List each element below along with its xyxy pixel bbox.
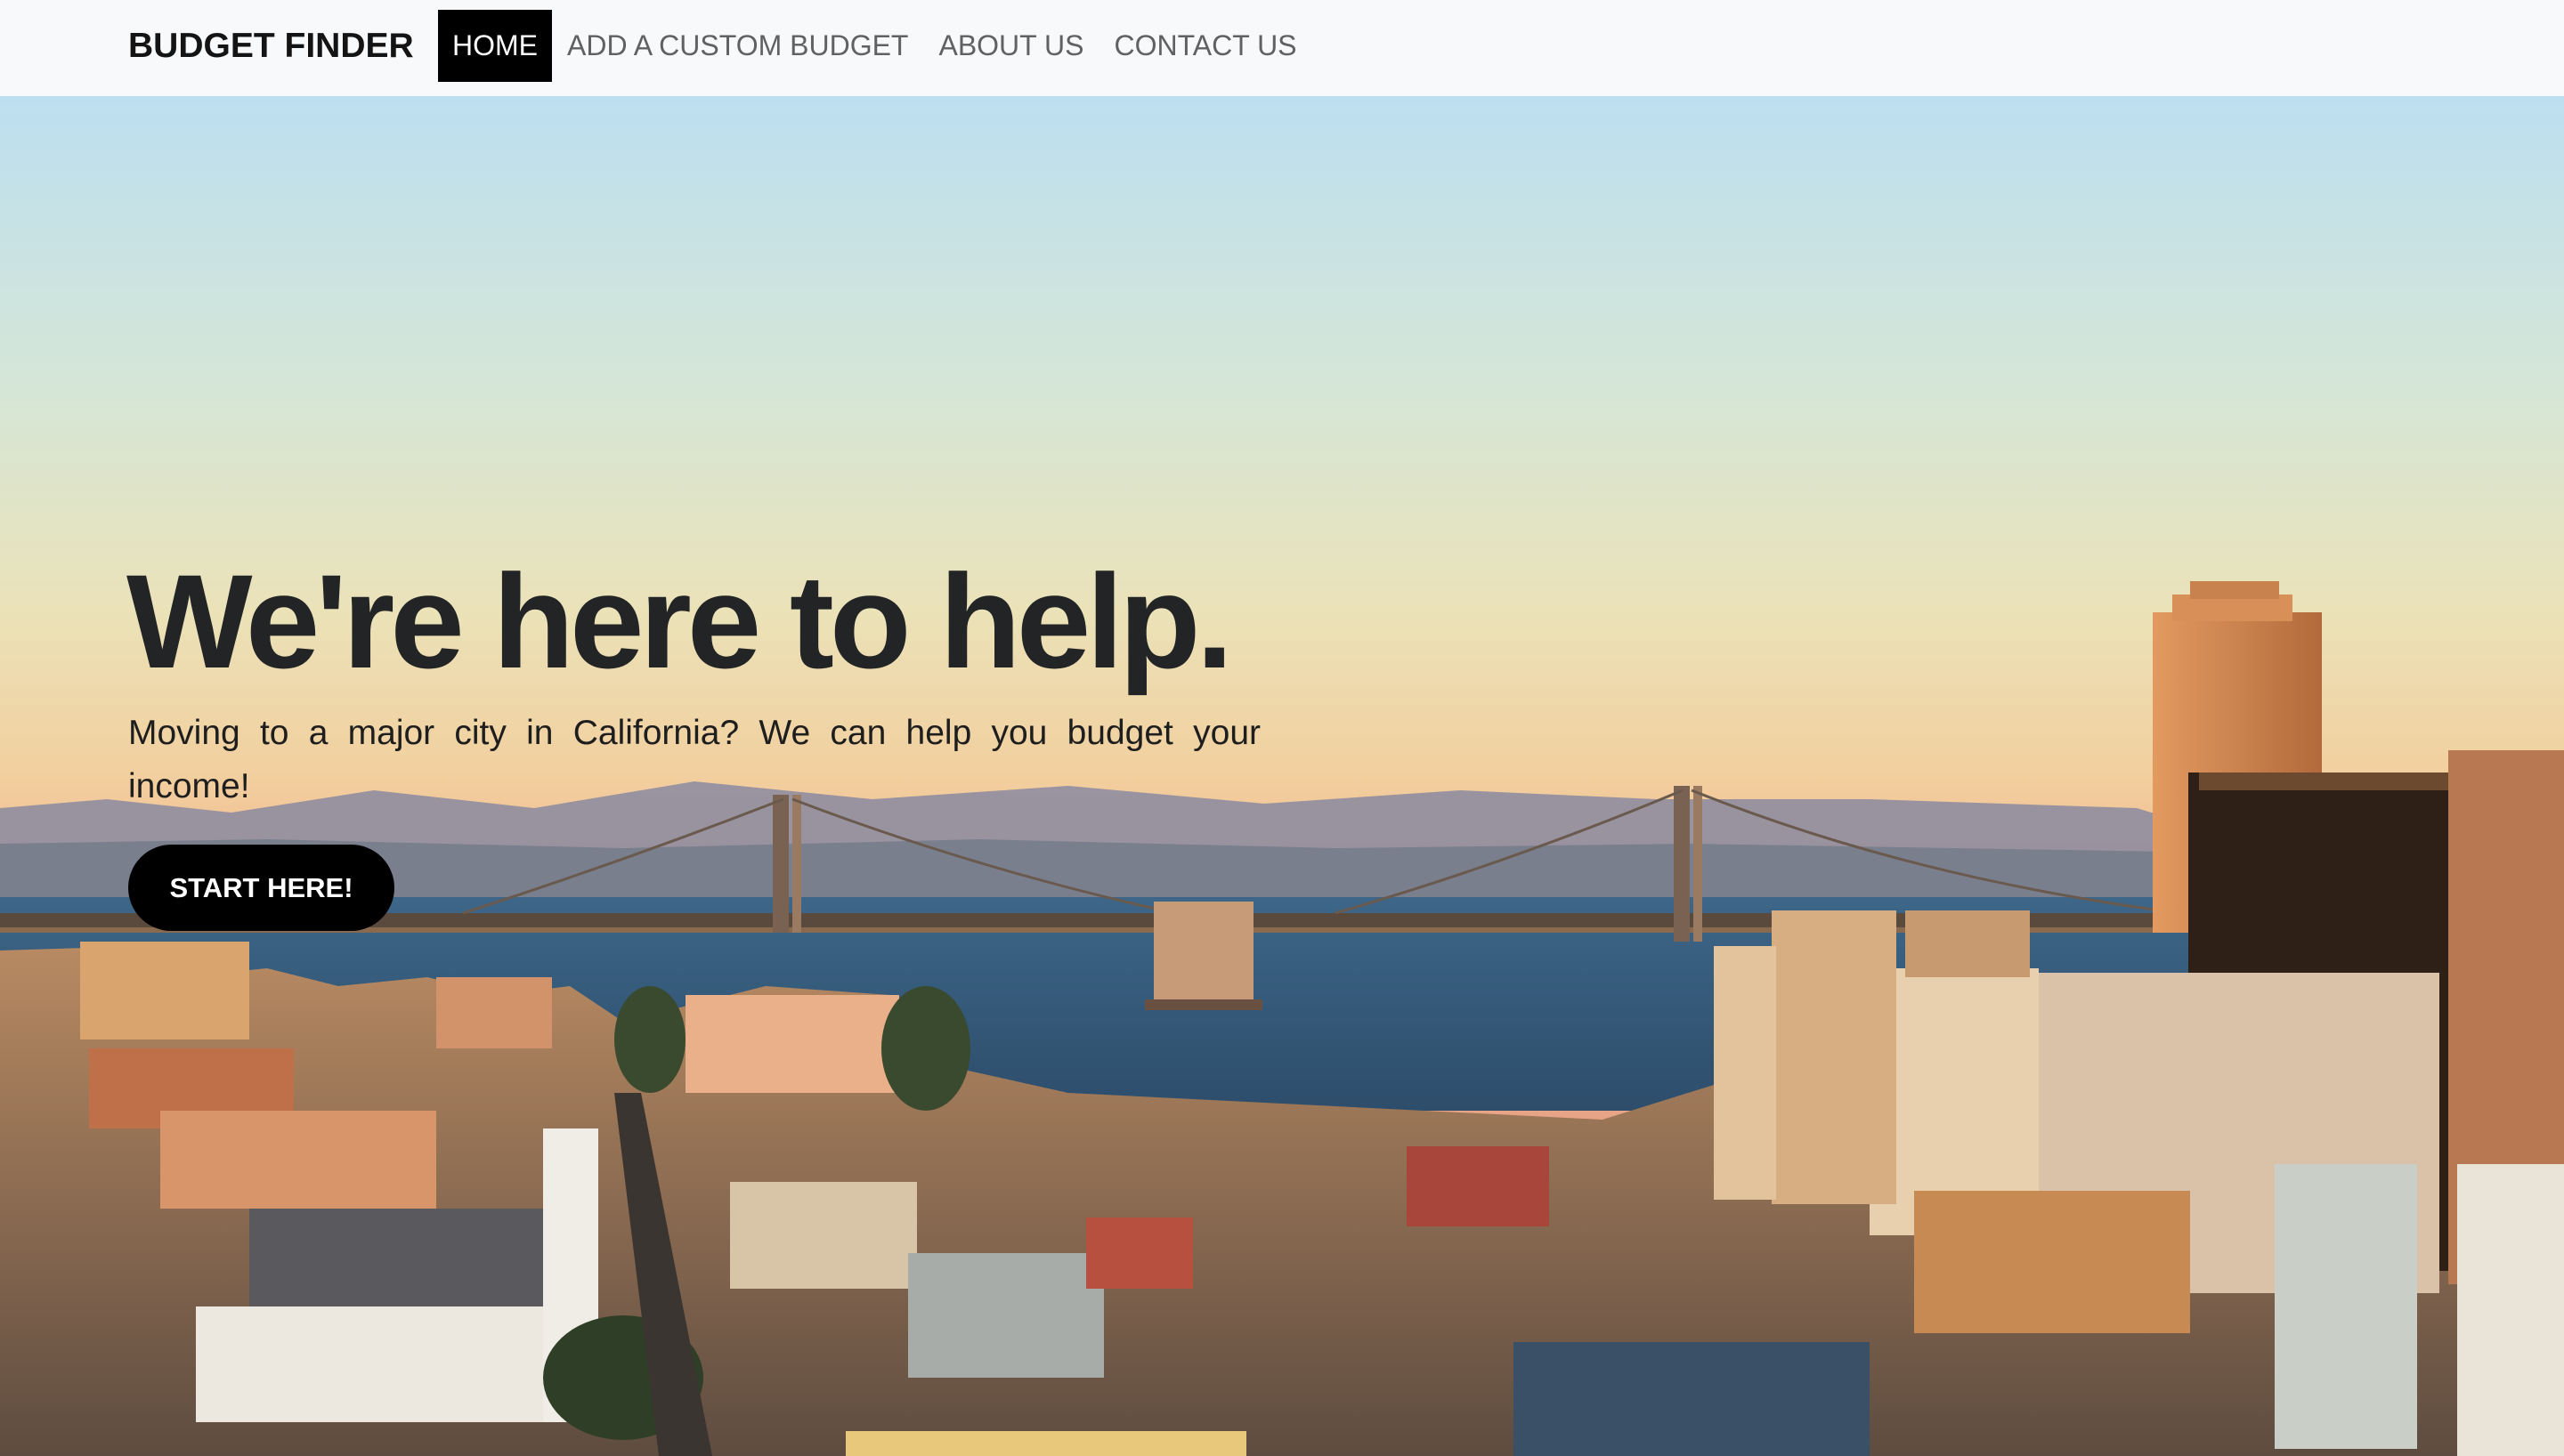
navbar: BUDGET FINDER HOME ADD A CUSTOM BUDGET A…: [0, 0, 2564, 96]
hero-section: We're here to help. Moving to a major ci…: [0, 96, 2564, 1456]
hero-title: We're here to help.: [126, 546, 1233, 696]
brand-logo-link[interactable]: BUDGET FINDER: [128, 25, 414, 68]
start-here-button[interactable]: START HERE!: [128, 845, 394, 931]
nav-link-home[interactable]: HOME: [438, 10, 552, 82]
nav-link-about-us[interactable]: ABOUT US: [923, 10, 1099, 82]
hero-subtitle: Moving to a major city in California? We…: [128, 714, 1261, 805]
nav-link-add-custom-budget[interactable]: ADD A CUSTOM BUDGET: [552, 10, 923, 82]
nav-link-contact-us[interactable]: CONTACT US: [1099, 10, 1311, 82]
nav-links: HOME ADD A CUSTOM BUDGET ABOUT US CONTAC…: [438, 10, 1312, 82]
